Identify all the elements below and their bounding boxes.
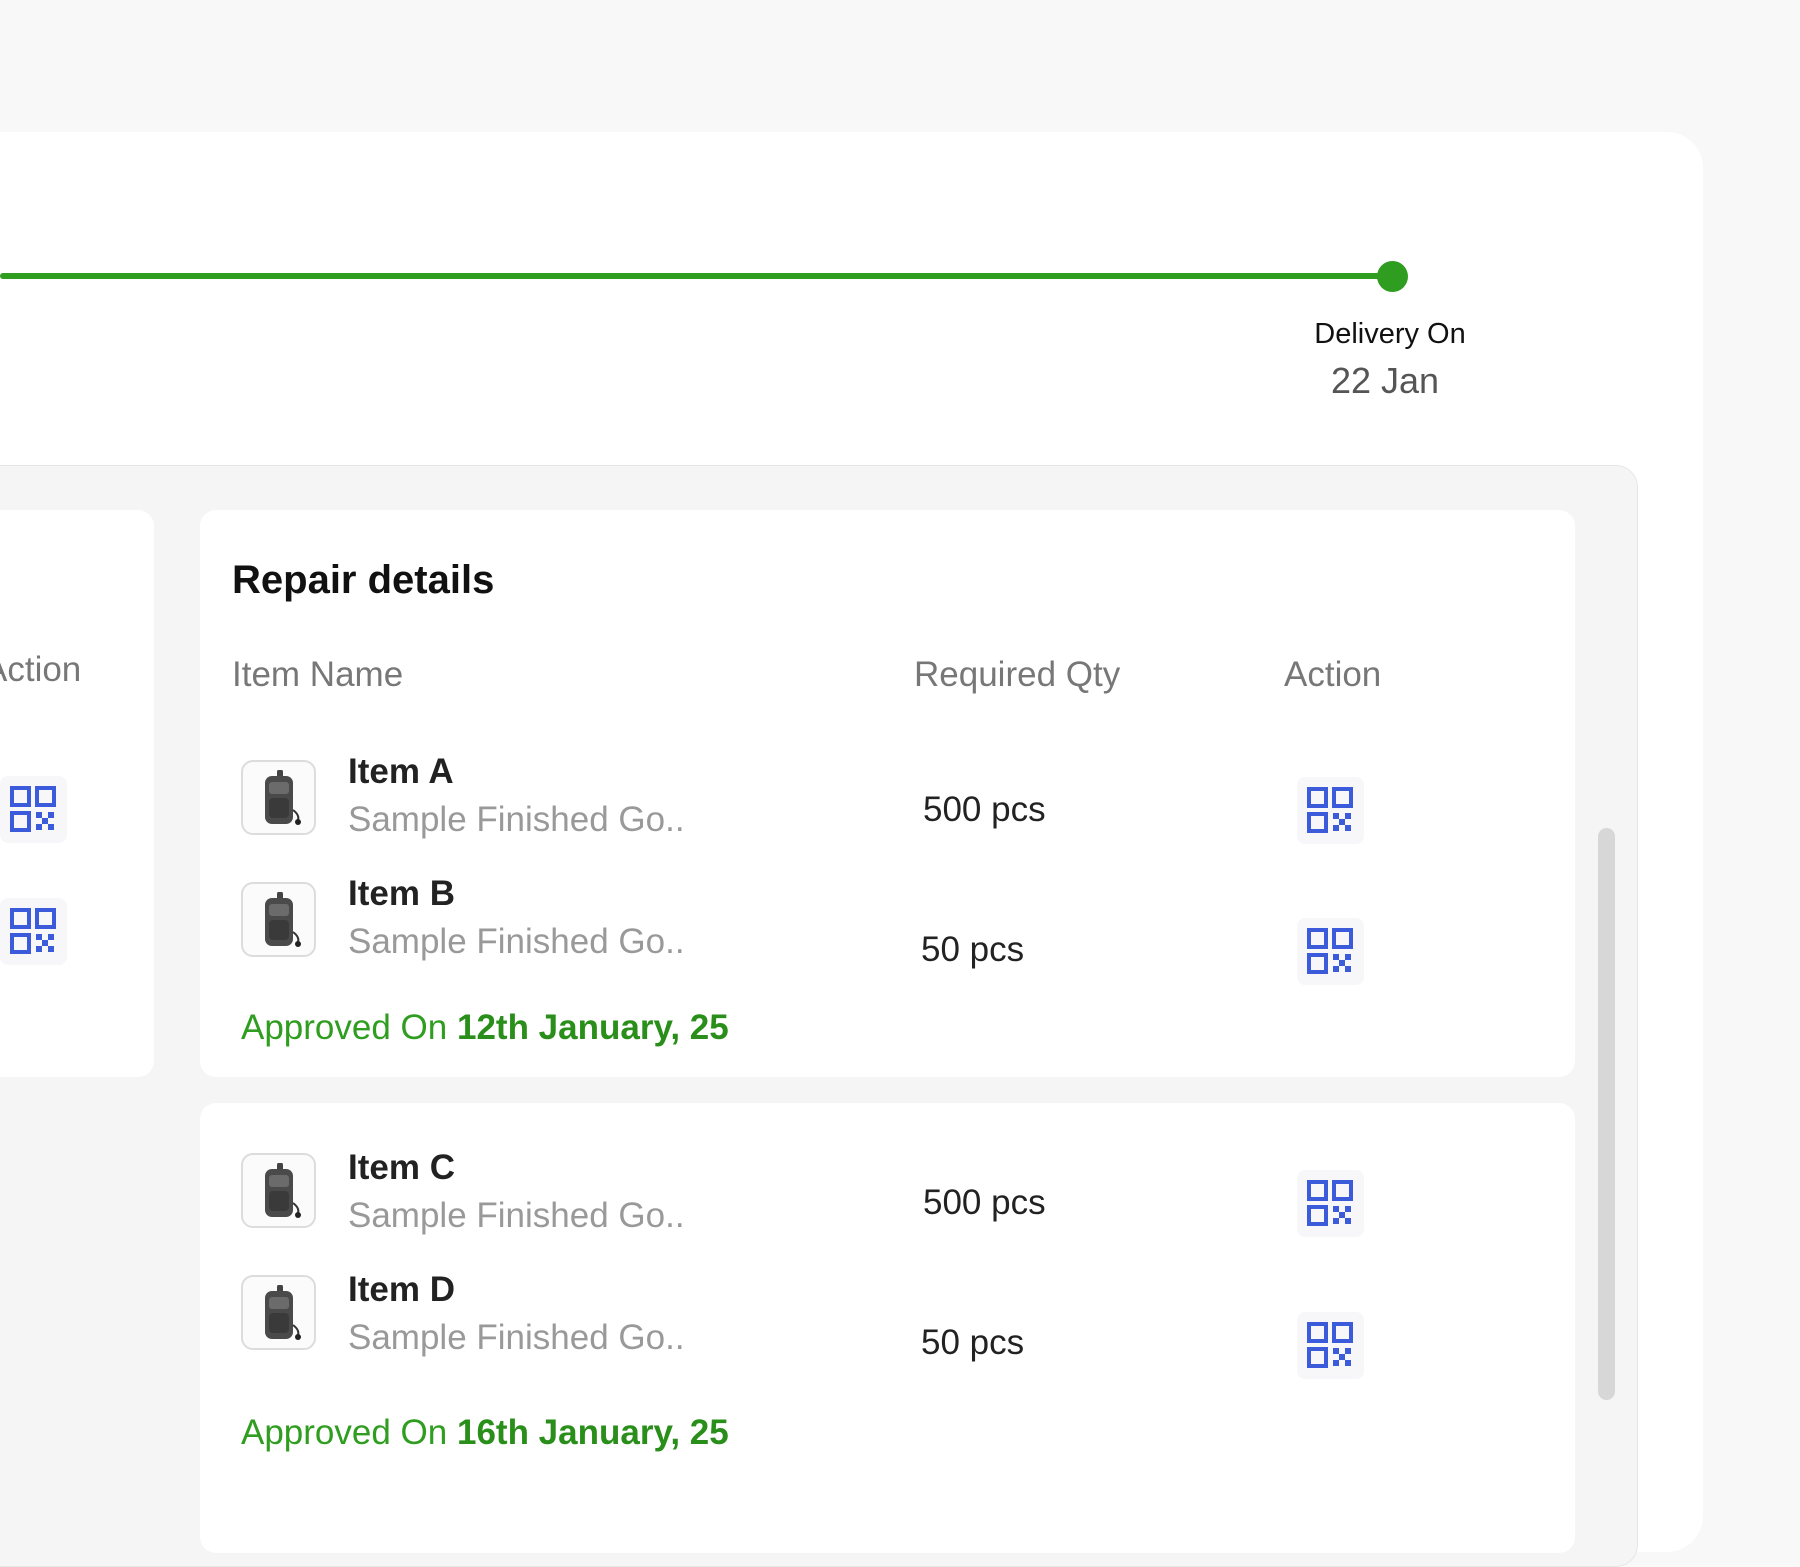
item-subtitle: Sample Finished Go.. bbox=[348, 1318, 685, 1357]
approved-prefix: Approved On bbox=[241, 1008, 448, 1047]
backpack-icon bbox=[265, 892, 301, 947]
qr-code-icon bbox=[10, 908, 56, 954]
qr-code-icon bbox=[1307, 1180, 1353, 1226]
qr-code-icon bbox=[1307, 1322, 1353, 1368]
item-thumbnail bbox=[241, 760, 316, 835]
item-subtitle: Sample Finished Go.. bbox=[348, 922, 685, 961]
approved-date: 16th January, 25 bbox=[456, 1413, 729, 1452]
item-subtitle: Sample Finished Go.. bbox=[348, 800, 685, 839]
approved-status: Approved On 12th January, 25 bbox=[241, 1008, 729, 1048]
column-header-required-qty: Required Qty bbox=[914, 655, 1121, 694]
item-thumbnail bbox=[241, 1275, 316, 1350]
item-qty: 50 pcs bbox=[921, 930, 1025, 969]
approved-date: 12th January, 25 bbox=[456, 1008, 729, 1047]
column-header-item-name: Item Name bbox=[232, 655, 404, 694]
delivery-date: 22 Jan bbox=[1330, 360, 1440, 401]
item-qty: 500 pcs bbox=[923, 790, 1046, 829]
item-name: Item D bbox=[348, 1270, 455, 1309]
repair-details-title: Repair details bbox=[232, 558, 495, 602]
item-name: Item C bbox=[348, 1148, 455, 1187]
backpack-icon bbox=[265, 1285, 301, 1340]
backpack-icon bbox=[265, 1163, 301, 1218]
item-name: Item B bbox=[348, 874, 455, 913]
item-qty: 50 pcs bbox=[921, 1323, 1025, 1362]
column-header-action: Action bbox=[1284, 655, 1382, 694]
left-qr-button-2[interactable] bbox=[0, 898, 67, 965]
item-name: Item A bbox=[348, 752, 454, 791]
left-action-column-header: Action bbox=[0, 650, 82, 689]
approved-status: Approved On 16th January, 25 bbox=[241, 1413, 729, 1453]
vertical-scrollbar[interactable] bbox=[1598, 828, 1615, 1400]
qr-code-icon bbox=[1307, 787, 1353, 833]
qr-code-button[interactable] bbox=[1297, 777, 1364, 844]
item-thumbnail bbox=[241, 882, 316, 957]
left-qr-button-1[interactable] bbox=[0, 776, 67, 843]
delivery-label: Delivery On bbox=[1314, 318, 1466, 350]
timeline-progress-line bbox=[0, 273, 1380, 279]
approved-prefix: Approved On bbox=[241, 1413, 448, 1452]
qr-code-button[interactable] bbox=[1297, 918, 1364, 985]
qr-code-icon bbox=[1307, 928, 1353, 974]
qr-code-button[interactable] bbox=[1297, 1170, 1364, 1237]
qr-code-icon bbox=[10, 786, 56, 832]
item-subtitle: Sample Finished Go.. bbox=[348, 1196, 685, 1235]
item-qty: 500 pcs bbox=[923, 1183, 1046, 1222]
timeline-delivery-dot bbox=[1377, 261, 1408, 292]
backpack-icon bbox=[265, 770, 301, 825]
item-thumbnail bbox=[241, 1153, 316, 1228]
qr-code-button[interactable] bbox=[1297, 1312, 1364, 1379]
